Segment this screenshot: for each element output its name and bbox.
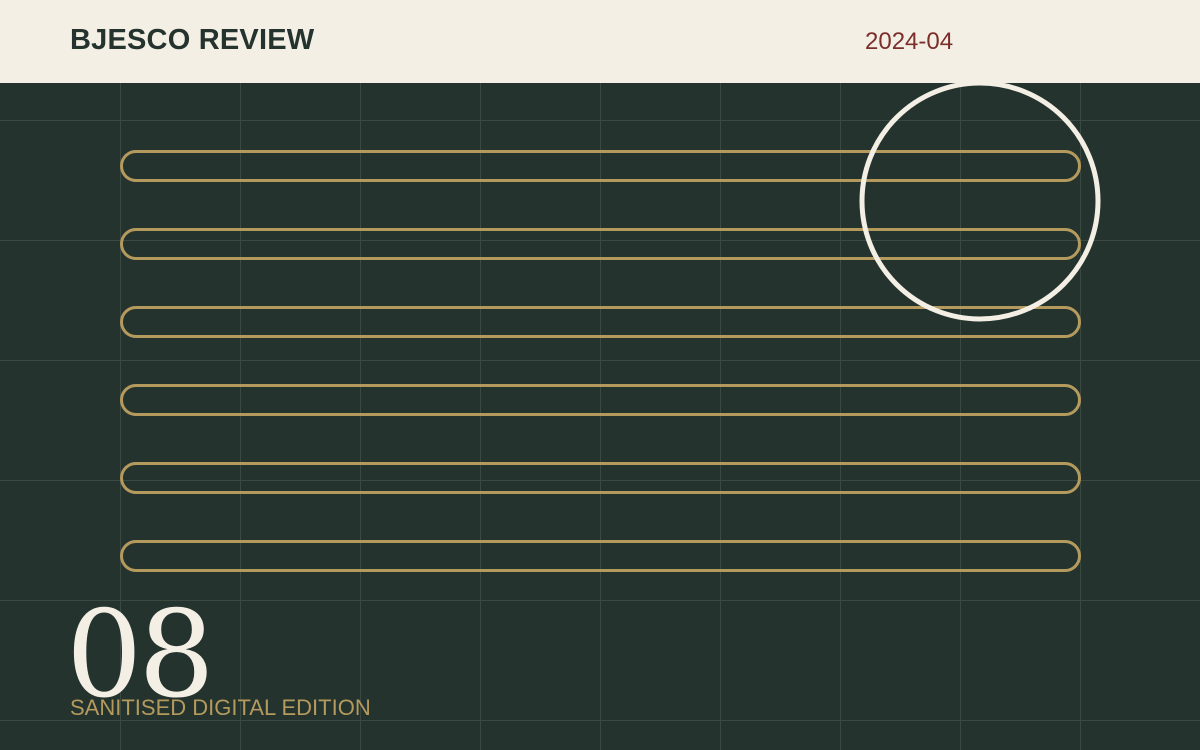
- edition-label: SANITISED DIGITAL EDITION: [70, 695, 371, 720]
- header-bar: BJESCO REVIEW 2024-04: [0, 0, 1200, 83]
- issue-date: 2024-04: [865, 28, 954, 55]
- brand-title: BJESCO REVIEW: [70, 24, 315, 56]
- circle-outline: [859, 80, 1101, 322]
